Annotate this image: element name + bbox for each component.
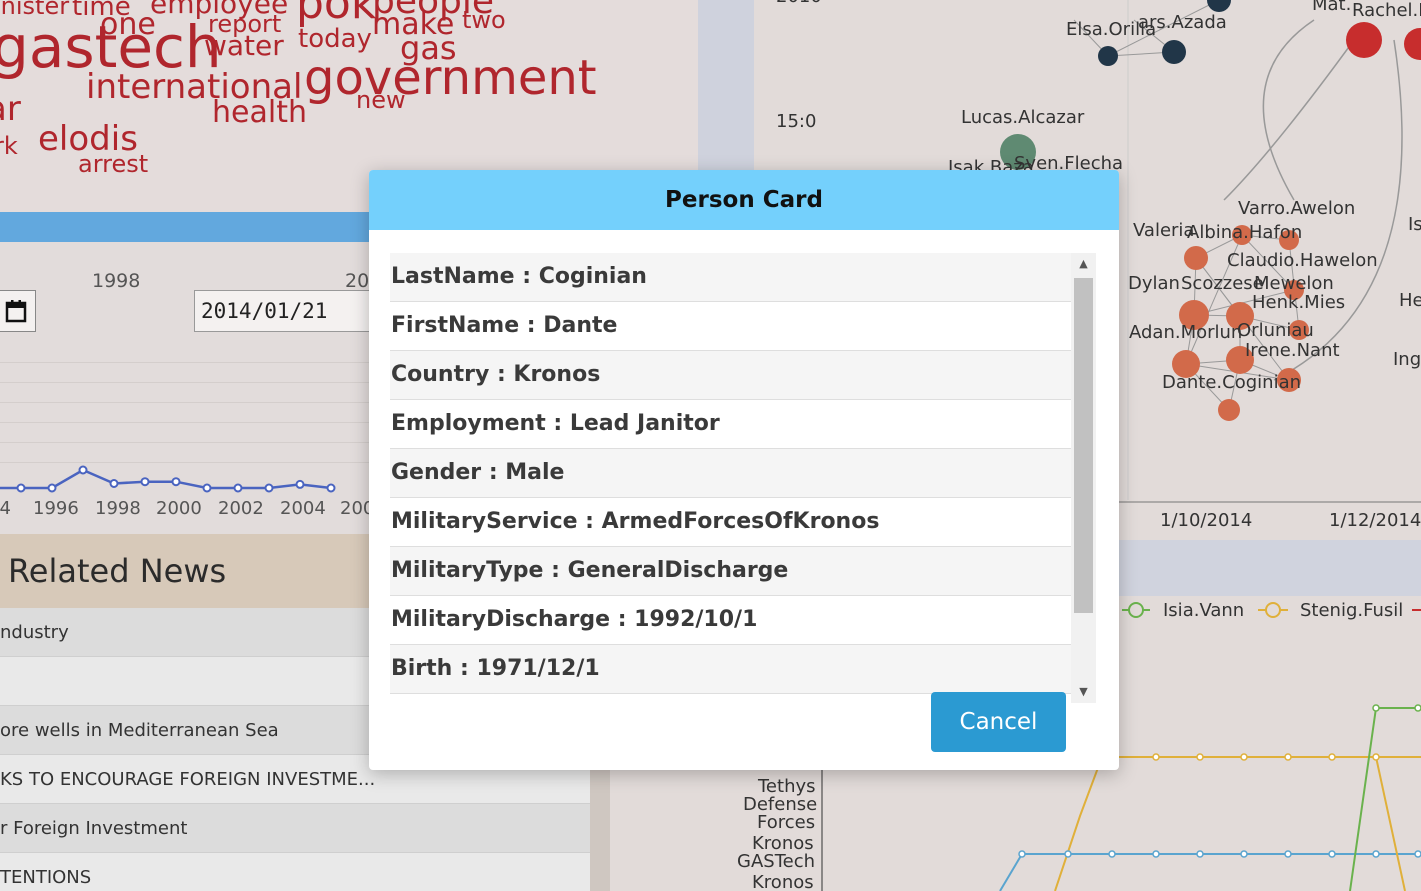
person-card-dialog: Person Card LastName : Coginian FirstNam… — [369, 170, 1119, 770]
attribute-row: LastName : Coginian — [390, 253, 1071, 302]
person-card-body: LastName : Coginian FirstName : Dante Co… — [390, 253, 1096, 703]
attribute-row: MilitaryService : ArmedForcesOfKronos — [390, 498, 1071, 547]
attribute-row: Country : Kronos — [390, 351, 1071, 400]
attribute-row: FirstName : Dante — [390, 302, 1071, 351]
attribute-row: MilitaryDischarge : 1992/10/1 — [390, 596, 1071, 645]
attribute-row: Employment : Lead Janitor — [390, 400, 1071, 449]
attribute-row: Gender : Male — [390, 449, 1071, 498]
cancel-button[interactable]: Cancel — [931, 692, 1066, 752]
list-scrollbar[interactable]: ▲ ▼ — [1071, 253, 1096, 703]
person-attribute-list[interactable]: LastName : Coginian FirstName : Dante Co… — [390, 253, 1071, 703]
dialog-title: Person Card — [369, 170, 1119, 230]
attribute-row: MilitaryType : GeneralDischarge — [390, 547, 1071, 596]
scrollbar-thumb[interactable] — [1074, 278, 1093, 613]
scroll-down-icon[interactable]: ▼ — [1071, 681, 1096, 701]
attribute-row: Birth : 1971/12/1 — [390, 645, 1071, 694]
scroll-up-icon[interactable]: ▲ — [1071, 253, 1096, 273]
